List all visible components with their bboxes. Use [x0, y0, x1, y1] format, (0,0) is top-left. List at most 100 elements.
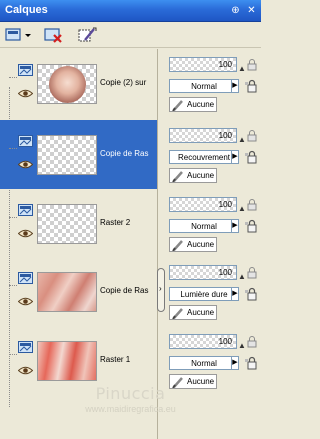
- brush-icon: [172, 308, 183, 319]
- mask-value: Aucune: [187, 100, 215, 109]
- opacity-value: 100: [218, 60, 232, 69]
- mask-selector[interactable]: Aucune: [169, 168, 217, 183]
- lock-transparency-icon[interactable]: [246, 336, 258, 348]
- slider-arrow-icon[interactable]: ▲: [238, 64, 246, 73]
- eye-icon[interactable]: [18, 160, 33, 169]
- watermark-name: Pinuccia: [95, 384, 166, 403]
- eye-icon[interactable]: [18, 89, 33, 98]
- raster-layer-icon: [18, 204, 33, 216]
- blend-mode-select[interactable]: Recouvrement: [169, 150, 239, 164]
- layer-row[interactable]: Copie de Ras: [0, 257, 157, 326]
- slider-arrow-icon[interactable]: ▲: [238, 272, 246, 281]
- chevron-right-icon[interactable]: ▶: [231, 287, 239, 301]
- sphere-image: [48, 65, 86, 103]
- divider-handle[interactable]: ›: [157, 268, 165, 312]
- lock-transparency-icon[interactable]: [246, 199, 258, 211]
- layer-properties-row: 100 ▲ Lumière dure ▶ Aucune: [166, 257, 261, 326]
- layers-panel-icon[interactable]: [4, 26, 32, 44]
- blend-mode-value: Normal: [191, 359, 217, 368]
- toolbar: [0, 22, 261, 48]
- pin-icon[interactable]: ⊕: [229, 4, 242, 17]
- layer-thumbnail[interactable]: [37, 272, 97, 312]
- tree-connector: [9, 77, 17, 78]
- layer-row[interactable]: Copie de Ras: [0, 120, 157, 189]
- tree-connector: [9, 354, 17, 355]
- layer-row[interactable]: Raster 2: [0, 189, 157, 258]
- lock-icon[interactable]: [244, 79, 258, 93]
- panel-divider[interactable]: [157, 49, 166, 439]
- layer-name[interactable]: Copie (2) sur: [100, 78, 156, 87]
- chevron-right-icon[interactable]: ▶: [231, 219, 239, 233]
- tree-connector: [9, 217, 17, 218]
- blend-mode-value: Normal: [191, 82, 217, 91]
- layer-properties-row: 100 ▲ Normal ▶ Aucune: [166, 49, 261, 118]
- chevron-right-icon[interactable]: ▶: [231, 79, 239, 93]
- layer-list: Copie (2) sur Copie de Ras Raster 2 Copie d…: [0, 49, 157, 439]
- tree-connector: [9, 148, 17, 149]
- mask-selector[interactable]: Aucune: [169, 97, 217, 112]
- brush-icon: [172, 171, 183, 182]
- layer-name[interactable]: Copie de Ras: [100, 149, 156, 158]
- blend-mode-value: Normal: [191, 222, 217, 231]
- mask-selector[interactable]: Aucune: [169, 237, 217, 252]
- opacity-slider[interactable]: 100: [169, 57, 237, 72]
- layer-thumbnail[interactable]: [37, 341, 97, 381]
- blend-mode-select[interactable]: Normal: [169, 79, 239, 93]
- mask-selector[interactable]: Aucune: [169, 305, 217, 320]
- watermark-url: www.maidiregrafica.eu: [85, 404, 176, 414]
- eye-icon[interactable]: [18, 366, 33, 375]
- layer-properties-row: 100 ▲ Normal ▶ Aucune: [166, 189, 261, 258]
- slider-arrow-icon[interactable]: ▲: [238, 341, 246, 350]
- opacity-slider[interactable]: 100: [169, 197, 237, 212]
- layer-name[interactable]: Raster 2: [100, 218, 156, 227]
- mask-value: Aucune: [187, 308, 215, 317]
- chevron-right-icon[interactable]: ▶: [231, 150, 239, 164]
- raster-layer-icon: [18, 272, 33, 284]
- layer-thumbnail[interactable]: [37, 204, 97, 244]
- lock-transparency-icon[interactable]: [246, 59, 258, 71]
- mask-value: Aucune: [187, 240, 215, 249]
- slider-arrow-icon[interactable]: ▲: [238, 135, 246, 144]
- window-title: Calques: [5, 4, 48, 16]
- lock-transparency-icon[interactable]: [246, 130, 258, 142]
- opacity-slider[interactable]: 100: [169, 128, 237, 143]
- close-icon[interactable]: ✕: [245, 4, 258, 17]
- layer-row[interactable]: Copie (2) sur: [0, 49, 157, 118]
- chevron-right-icon: ›: [159, 284, 162, 293]
- edit-layer-icon[interactable]: [76, 26, 98, 44]
- lock-icon[interactable]: [244, 356, 258, 370]
- blend-mode-select[interactable]: Lumière dure: [169, 287, 239, 301]
- slider-arrow-icon[interactable]: ▲: [238, 204, 246, 213]
- opacity-value: 100: [218, 268, 232, 277]
- layer-properties: 100 ▲ Normal ▶ Aucune 100 ▲ Recouvrement ▶ Aucune…: [166, 49, 261, 439]
- opacity-slider[interactable]: 100: [169, 265, 237, 280]
- title-bar: Calques ⊕ ✕: [0, 0, 261, 22]
- mask-value: Aucune: [187, 171, 215, 180]
- lock-icon[interactable]: [244, 287, 258, 301]
- blend-mode-value: Lumière dure: [180, 290, 228, 299]
- eye-icon[interactable]: [18, 297, 33, 306]
- blend-mode-value: Recouvrement: [177, 153, 231, 162]
- brush-icon: [172, 100, 183, 111]
- raster-layer-icon: [18, 64, 33, 76]
- lock-transparency-icon[interactable]: [246, 267, 258, 279]
- layer-name[interactable]: Copie de Ras: [100, 286, 156, 295]
- blend-mode-select[interactable]: Normal: [169, 219, 239, 233]
- lock-icon[interactable]: [244, 150, 258, 164]
- opacity-value: 100: [218, 131, 232, 140]
- chevron-right-icon[interactable]: ▶: [231, 356, 239, 370]
- brush-icon: [172, 240, 183, 251]
- raster-layer-icon: [18, 341, 33, 353]
- delete-layer-icon[interactable]: [42, 26, 64, 44]
- opacity-value: 100: [218, 200, 232, 209]
- layer-thumbnail[interactable]: [37, 64, 97, 104]
- eye-icon[interactable]: [18, 229, 33, 238]
- blend-mode-select[interactable]: Normal: [169, 356, 239, 370]
- layer-thumbnail[interactable]: [37, 135, 97, 175]
- lock-icon[interactable]: [244, 219, 258, 233]
- opacity-value: 100: [218, 337, 232, 346]
- layer-properties-row: 100 ▲ Recouvrement ▶ Aucune: [166, 120, 261, 189]
- tree-connector: [9, 285, 17, 286]
- opacity-slider[interactable]: 100: [169, 334, 237, 349]
- layer-name[interactable]: Raster 1: [100, 355, 156, 364]
